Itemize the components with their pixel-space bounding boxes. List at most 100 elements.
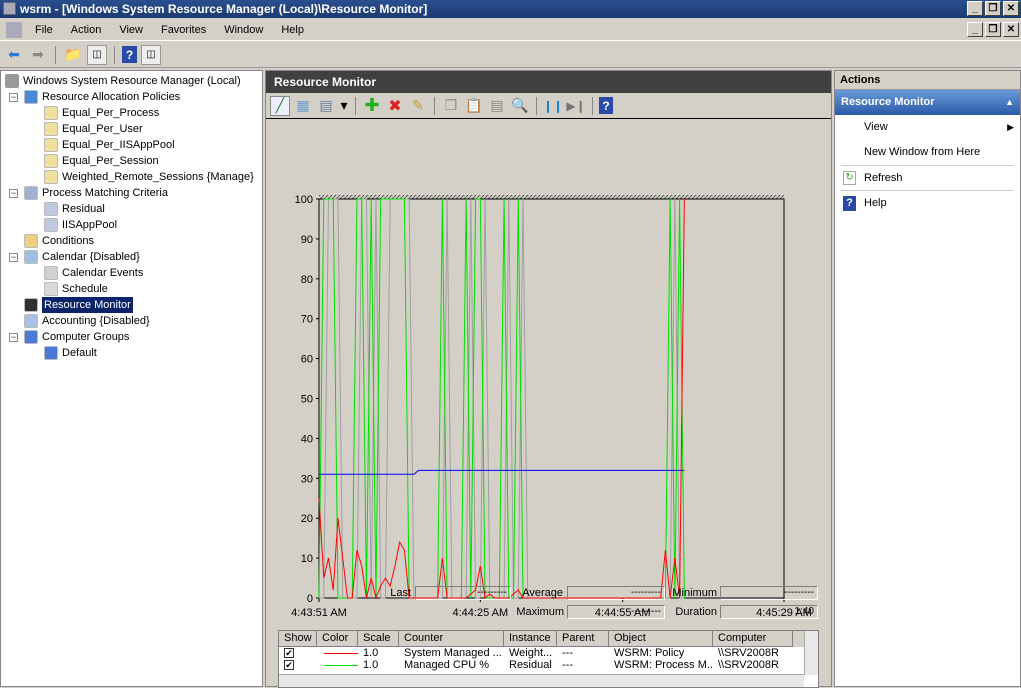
view-histogram-icon[interactable]: ▦ <box>293 96 313 116</box>
tree-item[interactable]: Equal_Per_Process <box>44 105 159 121</box>
show-hide-action-pane-icon[interactable]: ◫ <box>141 44 161 65</box>
menu-file[interactable]: File <box>26 24 62 36</box>
action-new-window[interactable]: New Window from Here <box>835 140 1020 165</box>
column-header[interactable]: Scale <box>358 631 399 647</box>
tree-label: Process Matching Criteria <box>42 187 168 199</box>
tree-item[interactable]: Resource Monitor <box>24 297 133 313</box>
cell-scale: 1.0 <box>363 647 379 659</box>
show-hide-tree-icon[interactable]: ◫ <box>87 44 107 65</box>
help-icon[interactable]: ? <box>599 97 613 114</box>
highlight-icon[interactable]: ✎ <box>408 96 428 116</box>
tree-item[interactable]: Equal_Per_User <box>44 121 143 137</box>
tree-node-icon <box>44 282 58 296</box>
delete-counter-icon[interactable]: ✖ <box>385 96 405 116</box>
back-icon[interactable]: ⬅ <box>4 45 24 65</box>
chart-top-band <box>319 195 784 199</box>
document-icon[interactable] <box>6 22 22 38</box>
minimum-value: --------- <box>720 586 818 600</box>
plot-area <box>318 198 785 599</box>
tree-item[interactable]: Calendar Events <box>44 265 143 281</box>
menu-window[interactable]: Window <box>215 24 272 36</box>
menu-action[interactable]: Action <box>62 24 111 36</box>
menu-view[interactable]: View <box>110 24 152 36</box>
tree-label: Conditions <box>42 235 94 247</box>
menu-help[interactable]: Help <box>272 24 313 36</box>
collapse-toggle-icon[interactable]: − <box>9 252 18 262</box>
maximum-label: Maximum <box>516 606 564 618</box>
horizontal-scrollbar[interactable] <box>279 674 804 687</box>
freeze-display-icon[interactable]: ❙❙ <box>543 96 563 116</box>
tree-root[interactable]: Windows System Resource Manager (Local) <box>5 73 241 89</box>
cell-parent: --- <box>562 647 573 659</box>
tree-item[interactable]: − Calendar {Disabled} <box>9 249 140 265</box>
y-tick-label: 40 <box>301 433 313 445</box>
tree-item[interactable]: Accounting {Disabled} <box>24 313 150 329</box>
cell-counter: System Managed ... <box>404 647 502 659</box>
tree-item[interactable]: Residual <box>44 201 105 217</box>
up-folder-icon[interactable]: 📁 <box>63 45 83 65</box>
copy-properties-icon[interactable]: ❐ <box>441 96 461 116</box>
zoom-icon[interactable]: 🔍 <box>510 96 530 116</box>
forward-icon[interactable]: ➡ <box>28 45 48 65</box>
column-header[interactable]: Instance <box>504 631 557 647</box>
column-header[interactable]: Color <box>317 631 358 647</box>
paste-counter-icon[interactable]: 📋 <box>464 96 484 116</box>
tree-item[interactable]: Default <box>44 345 97 361</box>
help-icon[interactable]: ? <box>122 46 137 63</box>
dropdown-icon[interactable]: ▾ <box>339 96 349 116</box>
column-header[interactable]: Counter <box>399 631 504 647</box>
counter-row[interactable]: ✔ 1.0 Managed CPU % Residual --- WSRM: Proces… <box>279 659 818 671</box>
actions-section-header[interactable]: Resource Monitor ▲ <box>835 90 1020 115</box>
tree-item[interactable]: − Resource Allocation Policies <box>9 89 180 105</box>
tree-node-icon <box>24 90 38 104</box>
collapse-toggle-icon[interactable]: − <box>9 92 18 102</box>
tree-label: Windows System Resource Manager (Local) <box>23 75 241 87</box>
column-header[interactable]: Parent <box>557 631 609 647</box>
tree-node-icon <box>44 202 58 216</box>
show-checkbox[interactable]: ✔ <box>284 660 294 670</box>
collapse-toggle-icon[interactable]: − <box>9 332 18 342</box>
chart-toolbar: ╱ ▦ ▤ ▾ ✚ ✖ ✎ ❐ 📋 ▤ 🔍 ❙❙ ▶❙? <box>266 93 831 119</box>
maximize-button[interactable]: ❐ <box>985 1 1001 16</box>
help-icon: ? <box>843 196 856 211</box>
tree-item[interactable]: Equal_Per_IISAppPool <box>44 137 175 153</box>
average-label: Average <box>522 587 563 599</box>
cell-computer: \\SRV2008R <box>718 659 779 671</box>
minimize-button[interactable]: _ <box>967 1 983 16</box>
tree-item[interactable]: − Process Matching Criteria <box>9 185 168 201</box>
tree-item[interactable]: IISAppPool <box>44 217 117 233</box>
vertical-scrollbar[interactable] <box>804 631 818 675</box>
cell-object: WSRM: Policy <box>614 647 685 659</box>
series-line-1 <box>318 198 685 599</box>
action-view[interactable]: View ▶ <box>835 115 1020 140</box>
update-data-icon[interactable]: ▶❙ <box>566 96 586 116</box>
tree-item[interactable]: Equal_Per_Session <box>44 153 159 169</box>
window-title: wsrm - [Windows System Resource Manager … <box>20 2 428 16</box>
column-header[interactable]: Computer <box>713 631 793 647</box>
column-header[interactable]: Object <box>609 631 713 647</box>
tree-item[interactable]: − Computer Groups <box>9 329 129 345</box>
child-minimize-button[interactable]: _ <box>967 22 983 37</box>
collapse-toggle-icon[interactable]: − <box>9 188 18 198</box>
view-report-icon[interactable]: ▤ <box>316 96 336 116</box>
tree-item[interactable]: Schedule <box>44 281 108 297</box>
tree-item[interactable]: Conditions <box>24 233 94 249</box>
tree-label: Schedule <box>62 283 108 295</box>
cell-counter: Managed CPU % <box>404 659 489 671</box>
tree-item[interactable]: Weighted_Remote_Sessions {Manage} <box>44 169 254 185</box>
maximum-value: --------- <box>567 605 665 619</box>
counter-row[interactable]: ✔ 1.0 System Managed ... Weight... --- WSRM: … <box>279 647 818 659</box>
show-checkbox[interactable]: ✔ <box>284 648 294 658</box>
child-close-button[interactable]: ✕ <box>1003 22 1019 37</box>
add-counter-icon[interactable]: ✚ <box>362 95 382 116</box>
child-maximize-button[interactable]: ❐ <box>985 22 1001 37</box>
close-button[interactable]: ✕ <box>1003 1 1019 16</box>
collapse-icon[interactable]: ▲ <box>1005 90 1014 115</box>
properties-icon[interactable]: ▤ <box>487 96 507 116</box>
menu-favorites[interactable]: Favorites <box>152 24 215 36</box>
view-graph-icon[interactable]: ╱ <box>270 95 290 116</box>
action-refresh[interactable]: ↻ Refresh <box>841 165 1014 190</box>
action-help[interactable]: ? Help <box>841 190 1014 215</box>
column-header[interactable]: Show <box>279 631 317 647</box>
tree-node-icon <box>44 266 58 280</box>
